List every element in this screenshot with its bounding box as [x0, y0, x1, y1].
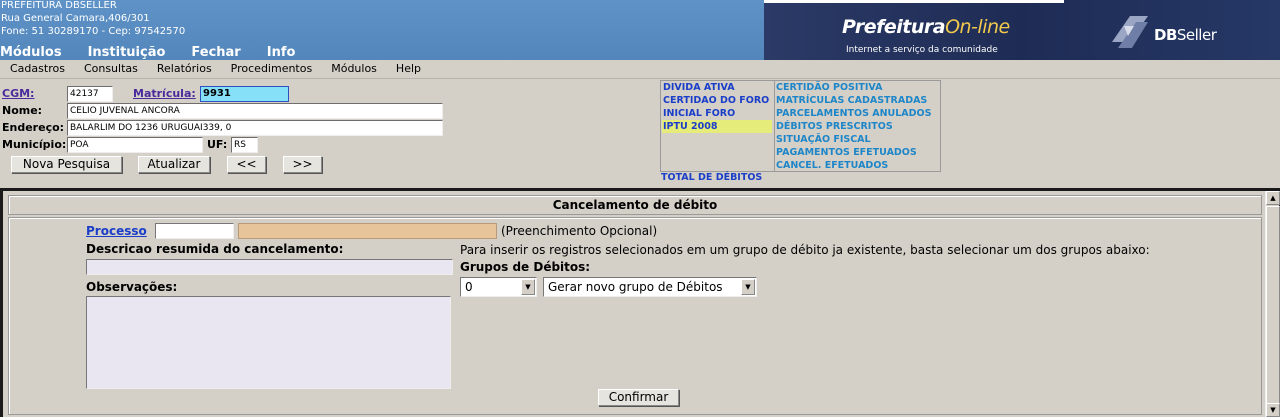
atualizar-button[interactable]: Atualizar: [138, 156, 210, 173]
link-certidao-positiva[interactable]: CERTIDÃO POSITIVA: [776, 81, 882, 94]
top-menu-info[interactable]: Info: [267, 45, 296, 60]
header-left: PREFEITURA DBSELLER Rua General Camara,4…: [0, 0, 764, 60]
scrollbar-thumb[interactable]: [1266, 206, 1280, 406]
vertical-scrollbar[interactable]: ▲ ▼: [1265, 191, 1280, 417]
link-situacao-fiscal[interactable]: SITUAÇÃO FISCAL: [776, 133, 871, 146]
scroll-down-icon[interactable]: ▼: [1266, 403, 1280, 417]
total-debitos-link[interactable]: TOTAL DE DÉBITOS: [661, 172, 762, 183]
link-matriculas-cadastradas[interactable]: MATRÍCULAS CADASTRADAS: [776, 94, 927, 107]
matricula-field[interactable]: 9931: [200, 86, 289, 102]
grupo-number-value: 0: [465, 280, 473, 294]
top-menu-instituicao[interactable]: Instituição: [88, 45, 166, 60]
panel-body: Processo (Preenchimento Opcional) Descri…: [8, 217, 1262, 415]
municipio-field[interactable]: POA: [67, 137, 203, 153]
nome-field[interactable]: CELIO JUVENAL ANCORA: [67, 103, 443, 119]
link-debitos-prescritos[interactable]: DÉBITOS PRESCRITOS: [776, 120, 893, 133]
endereco-field[interactable]: BALARLIM DO 1236 URUGUAI339, 0: [67, 120, 443, 136]
org-phone: Fone: 51 30289170 - Cep: 97542570: [1, 26, 186, 37]
org-address: Rua General Camara,406/301: [1, 13, 150, 24]
menubar: Cadastros Consultas Relatórios Procedime…: [0, 61, 1280, 79]
link-cancel-efetuados[interactable]: CANCEL. EFETUADOS: [776, 159, 888, 172]
menu-procedimentos[interactable]: Procedimentos: [231, 61, 313, 78]
link-parcelamentos-anulados[interactable]: PARCELAMENTOS ANULADOS: [776, 107, 931, 120]
nova-pesquisa-button[interactable]: Nova Pesquisa: [11, 156, 122, 173]
panel-title-bar: Cancelamento de débito: [8, 195, 1262, 215]
grupos-label: Grupos de Débitos:: [460, 260, 591, 274]
menu-consultas[interactable]: Consultas: [84, 61, 138, 78]
uf-label: UF:: [207, 138, 228, 151]
debitos-column-divider: [774, 81, 775, 172]
chevron-down-icon: ▼: [521, 279, 535, 295]
org-name: PREFEITURA DBSELLER: [1, 0, 117, 11]
menu-help[interactable]: Help: [396, 61, 421, 78]
debito-iptu-2008[interactable]: IPTU 2008: [662, 120, 772, 133]
scroll-up-icon[interactable]: ▲: [1266, 191, 1280, 205]
observacoes-textarea[interactable]: [86, 296, 451, 389]
menu-relatorios[interactable]: Relatórios: [157, 61, 212, 78]
menu-modulos[interactable]: Módulos: [331, 61, 377, 78]
content-frame-inner: Cancelamento de débito Processo (Preench…: [3, 191, 1280, 417]
next-button[interactable]: >>: [283, 156, 322, 173]
menu-cadastros[interactable]: Cadastros: [10, 61, 65, 78]
processo-description-field: [238, 223, 497, 239]
debito-certidao-foro[interactable]: CERTIDAO DO FORO: [663, 94, 769, 107]
prefeitura-online-logo: PrefeituraOn-line: [842, 16, 1010, 38]
processo-link[interactable]: Processo: [86, 224, 147, 238]
processo-input[interactable]: [155, 223, 234, 239]
nome-label: Nome:: [2, 104, 43, 117]
top-menu-modulos[interactable]: Módulos: [0, 45, 62, 60]
dbseller-logo-icon: [1112, 16, 1148, 48]
app-header: PREFEITURA DBSELLER Rua General Camara,4…: [0, 0, 1280, 60]
cgm-field[interactable]: 42137: [67, 86, 113, 102]
link-pagamentos-efetuados[interactable]: PAGAMENTOS EFETUADOS: [776, 146, 917, 159]
debitos-box: DIVIDA ATIVA CERTIDAO DO FORO INICIAL FO…: [660, 80, 941, 172]
cancelamento-form: Cancelamento de débito Processo (Preench…: [3, 191, 1262, 417]
content-frame: Cancelamento de débito Processo (Preench…: [0, 188, 1280, 417]
matricula-link[interactable]: Matrícula:: [133, 87, 196, 100]
grupo-debitos-value: Gerar novo grupo de Débitos: [548, 280, 723, 294]
preenchimento-note: (Preenchimento Opcional): [501, 224, 658, 238]
panel-title: Cancelamento de débito: [552, 198, 718, 212]
top-menu: Módulos Instituição Fechar Info: [0, 45, 321, 60]
cgm-link[interactable]: CGM:: [2, 87, 34, 100]
grupos-hint: Para inserir os registros selecionados e…: [460, 243, 1150, 257]
observacoes-label: Observações:: [86, 280, 178, 294]
grupo-number-select[interactable]: 0 ▼: [460, 277, 537, 297]
descricao-label: Descricao resumida do cancelamento:: [86, 242, 344, 256]
contribuinte-info: CGM: 42137 Matrícula: 9931 Nome: CELIO J…: [0, 80, 1280, 188]
uf-field[interactable]: RS: [231, 137, 258, 153]
debito-divida-ativa[interactable]: DIVIDA ATIVA: [663, 81, 735, 94]
chevron-down-icon: ▼: [741, 279, 755, 295]
municipio-label: Município:: [2, 138, 67, 151]
grupo-debitos-select[interactable]: Gerar novo grupo de Débitos ▼: [543, 277, 757, 297]
confirmar-button[interactable]: Confirmar: [598, 389, 679, 406]
previous-button[interactable]: <<: [227, 156, 266, 173]
descricao-input[interactable]: [86, 259, 453, 275]
top-menu-fechar[interactable]: Fechar: [191, 45, 240, 60]
debito-inicial-foro[interactable]: INICIAL FORO: [663, 107, 735, 120]
banner-strip: [764, 0, 1064, 3]
dbseller-logo-text: DBSeller: [1154, 26, 1217, 44]
prefeitura-tagline: Internet a serviço da comunidade: [846, 45, 998, 55]
endereco-label: Endereço:: [2, 121, 65, 134]
